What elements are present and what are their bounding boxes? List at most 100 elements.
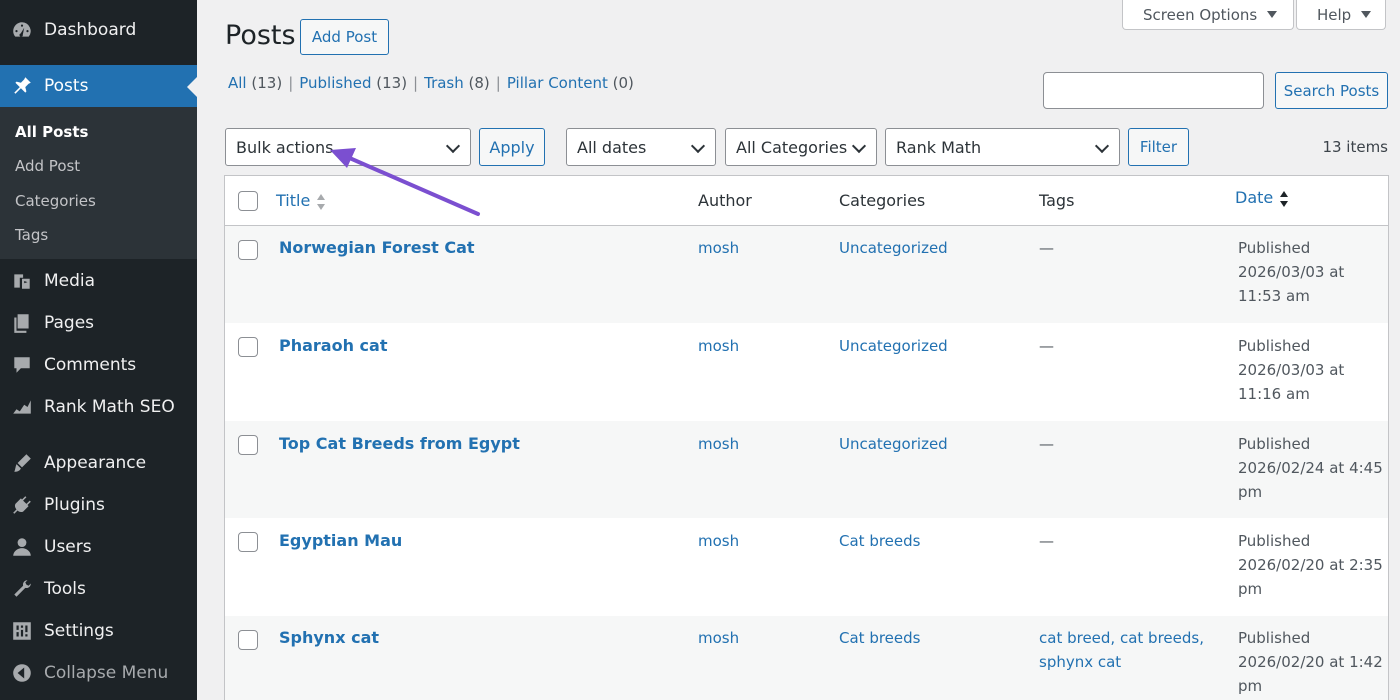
post-title-link[interactable]: Pharaoh cat <box>279 334 387 358</box>
menu-label: Appearance <box>44 453 147 473</box>
filter-pillar-content[interactable]: Pillar Content (0) <box>507 74 634 92</box>
filter-published[interactable]: Published (13) <box>299 74 407 92</box>
tags-cell: — <box>1039 532 1054 550</box>
category-link[interactable]: Uncategorized <box>839 334 948 358</box>
filter-all[interactable]: All (13) <box>228 74 282 92</box>
author-link[interactable]: mosh <box>698 626 739 650</box>
post-title-link[interactable]: Top Cat Breeds from Egypt <box>279 432 520 456</box>
column-categories: Categories <box>839 191 926 210</box>
filter-trash[interactable]: Trash (8) <box>424 74 490 92</box>
rank-math-icon <box>0 396 44 418</box>
author-link[interactable]: mosh <box>698 236 739 260</box>
categories-value: All Categories <box>736 137 848 157</box>
menu-item-plugins[interactable]: Plugins <box>0 485 197 525</box>
screen-options-label: Screen Options <box>1143 5 1258 24</box>
dashboard-icon <box>0 19 44 41</box>
chevron-down-icon <box>445 138 461 154</box>
category-link[interactable]: Cat breeds <box>839 626 920 650</box>
users-icon <box>0 536 44 558</box>
tags-cell: — <box>1039 435 1054 453</box>
bulk-actions-select[interactable]: Bulk actions <box>225 128 471 166</box>
menu-item-tools[interactable]: Tools <box>0 569 197 609</box>
menu-label: Dashboard <box>44 20 137 40</box>
row-checkbox[interactable] <box>238 337 258 357</box>
menu-item-rank-math-seo[interactable]: Rank Math SEO <box>0 387 197 427</box>
posts-table: Title Author Categories Tags Date Norweg… <box>224 175 1389 700</box>
menu-item-posts[interactable]: Posts <box>0 65 197 107</box>
tag-links-line[interactable]: sphynx cat <box>1039 650 1204 674</box>
search-posts-button[interactable]: Search Posts <box>1275 72 1388 109</box>
menu-label: Rank Math SEO <box>44 397 175 417</box>
separator: | <box>413 74 419 92</box>
submenu-add-post[interactable]: Add Post <box>15 157 80 175</box>
menu-item-media[interactable]: Media <box>0 261 197 301</box>
row-checkbox[interactable] <box>238 532 258 552</box>
search-posts-input[interactable] <box>1043 72 1264 109</box>
screen-options-button[interactable]: Screen Options <box>1122 0 1295 30</box>
menu-label: Users <box>44 537 92 557</box>
submenu-tags[interactable]: Tags <box>15 226 48 244</box>
menu-label: Tools <box>44 579 86 599</box>
post-title-link[interactable]: Norwegian Forest Cat <box>279 236 475 260</box>
row-checkbox[interactable] <box>238 630 258 650</box>
select-all-checkbox[interactable] <box>238 191 258 211</box>
column-title[interactable]: Title <box>276 191 326 211</box>
collapse-icon <box>0 662 44 684</box>
appearance-icon <box>0 452 44 474</box>
apply-button[interactable]: Apply <box>479 128 545 166</box>
dates-select[interactable]: All dates <box>566 128 716 166</box>
menu-item-settings[interactable]: Settings <box>0 611 197 651</box>
add-post-button[interactable]: Add Post <box>300 19 389 55</box>
filter-button[interactable]: Filter <box>1128 128 1189 166</box>
rank-math-select[interactable]: Rank Math <box>885 128 1120 166</box>
author-link[interactable]: mosh <box>698 432 739 456</box>
menu-label: Media <box>44 271 96 291</box>
menu-item-pages[interactable]: Pages <box>0 303 197 343</box>
page-title: Posts <box>225 20 296 51</box>
admin-sidebar: Dashboard Posts All Posts Add Post Categ… <box>0 0 197 700</box>
table-row: Pharaoh cat mosh Uncategorized — Publish… <box>225 323 1388 421</box>
row-checkbox[interactable] <box>238 435 258 455</box>
row-checkbox[interactable] <box>238 240 258 260</box>
menu-item-comments[interactable]: Comments <box>0 345 197 385</box>
rank-math-value: Rank Math <box>896 137 982 157</box>
author-link[interactable]: mosh <box>698 529 739 553</box>
settings-icon <box>0 620 44 642</box>
active-indicator <box>187 77 197 97</box>
date-cell: Published 2026/02/24 at 4:45 pm <box>1238 435 1383 501</box>
pin-icon <box>0 75 44 97</box>
chevron-down-icon <box>851 138 867 154</box>
help-button[interactable]: Help <box>1296 0 1387 30</box>
tag-links-line[interactable]: cat breed, cat breeds, <box>1039 626 1204 650</box>
media-icon <box>0 270 44 292</box>
date-cell: Published 2026/02/20 at 1:42 pm <box>1238 629 1383 695</box>
tags-cell: — <box>1039 239 1054 257</box>
post-title-link[interactable]: Egyptian Mau <box>279 529 402 553</box>
tags-cell[interactable]: cat breed, cat breeds, sphynx cat <box>1039 626 1204 674</box>
help-label: Help <box>1317 5 1352 24</box>
menu-item-dashboard[interactable]: Dashboard <box>0 10 197 50</box>
category-link[interactable]: Cat breeds <box>839 529 920 553</box>
posts-submenu: All Posts Add Post Categories Tags <box>0 107 197 259</box>
category-link[interactable]: Uncategorized <box>839 236 948 260</box>
categories-select[interactable]: All Categories <box>725 128 877 166</box>
collapse-menu-button[interactable]: Collapse Menu <box>0 653 197 693</box>
sort-icon <box>317 193 326 210</box>
menu-label: Posts <box>44 76 89 96</box>
menu-item-users[interactable]: Users <box>0 527 197 567</box>
column-date[interactable]: Date <box>1235 188 1289 208</box>
tags-cell: — <box>1039 337 1054 355</box>
menu-item-appearance[interactable]: Appearance <box>0 443 197 483</box>
category-link[interactable]: Uncategorized <box>839 432 948 456</box>
caret-down-icon <box>1361 11 1372 18</box>
submenu-all-posts[interactable]: All Posts <box>15 123 88 141</box>
column-tags: Tags <box>1039 191 1075 210</box>
author-link[interactable]: mosh <box>698 334 739 358</box>
date-cell: Published 2026/03/03 at 11:16 am <box>1238 337 1345 403</box>
status-filter-links: All (13) | Published (13) | Trash (8) | … <box>228 74 634 92</box>
post-title-link[interactable]: Sphynx cat <box>279 626 379 650</box>
menu-label: Settings <box>44 621 114 641</box>
sort-desc-icon <box>1280 190 1289 207</box>
submenu-categories[interactable]: Categories <box>15 192 96 210</box>
table-row: Norwegian Forest Cat mosh Uncategorized … <box>225 226 1388 323</box>
